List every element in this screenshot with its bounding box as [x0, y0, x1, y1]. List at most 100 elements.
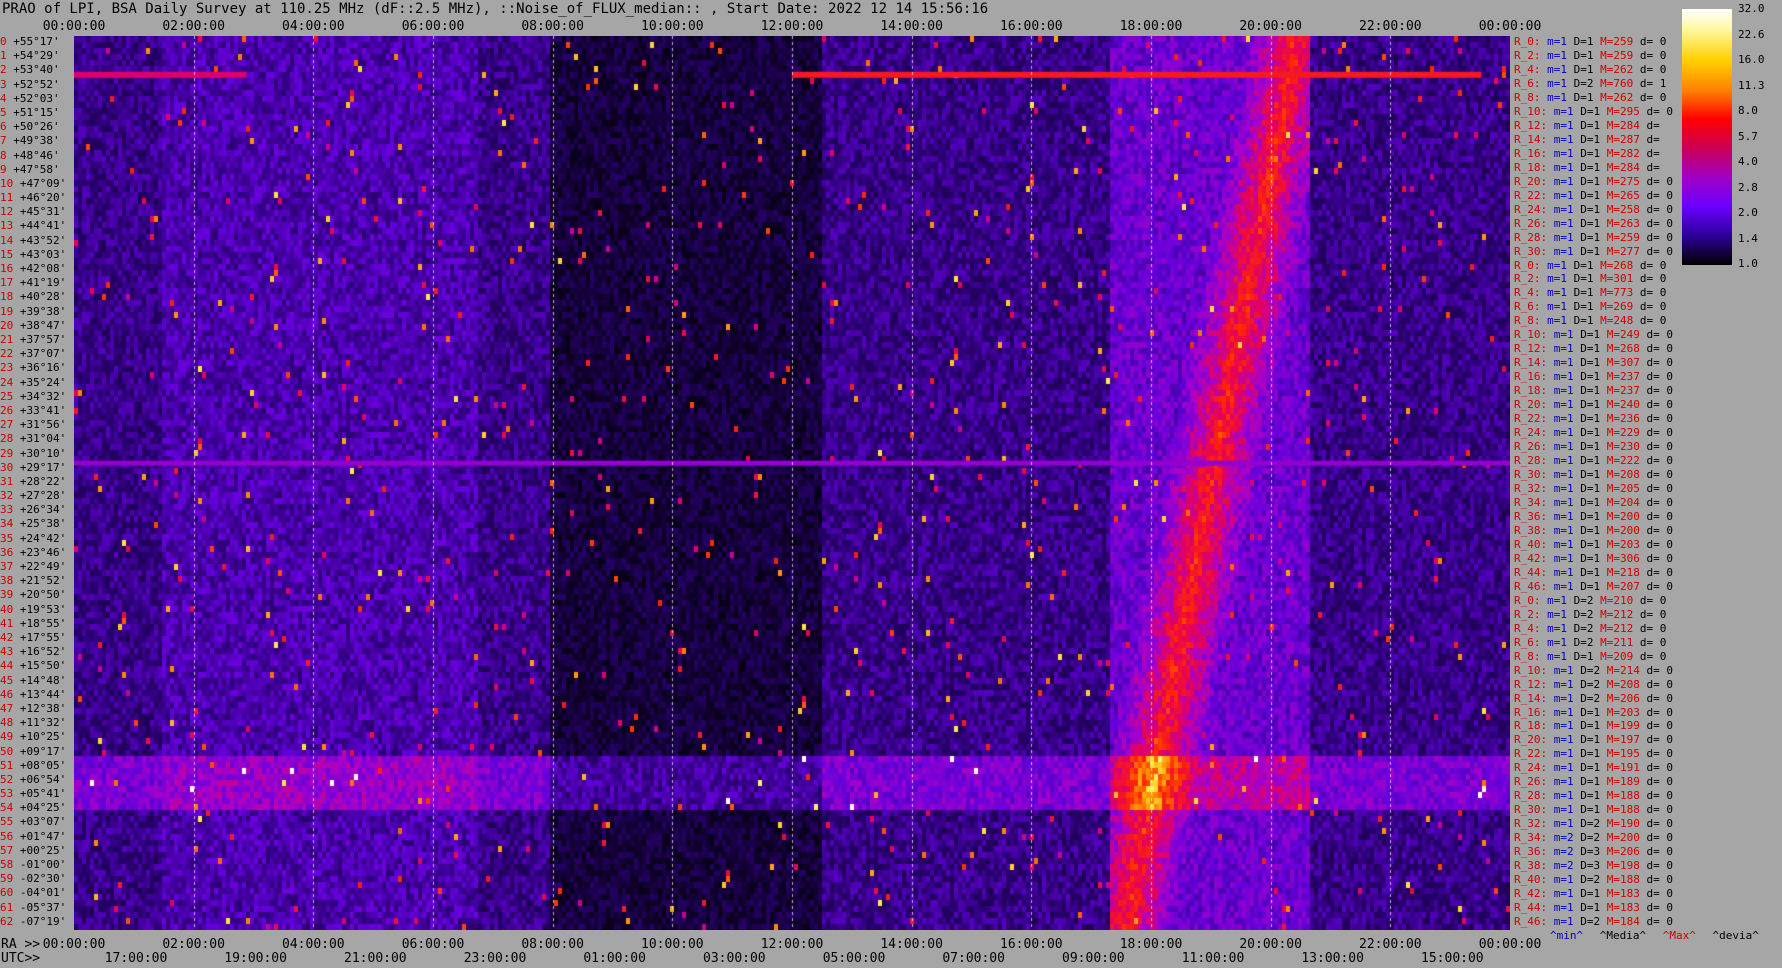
beam-name: R_6: [1514, 300, 1548, 314]
beam-m: m=1 [1553, 188, 1581, 202]
beam-name: R_32: [1514, 817, 1554, 831]
declination-row-label: 33 +26°34' [0, 504, 66, 515]
declination-row-label: 30 +29°17' [0, 462, 66, 473]
beam-M: M=277 [1606, 244, 1647, 258]
beam-m: m=1 [1553, 747, 1581, 761]
beam-M: M=230 [1606, 440, 1647, 454]
beam-row: R_26: m=1 D=1 M=230 d= 0 [1514, 441, 1673, 452]
beam-d: d= [1646, 160, 1660, 174]
beam-name: R_18: [1514, 160, 1554, 174]
beam-name: R_18: [1514, 719, 1554, 733]
declination-value: +48°46' [6, 148, 60, 162]
declination-index: 2 [0, 63, 7, 77]
beam-name: R_4: [1514, 621, 1548, 635]
declination-row-label: 19 +39°38' [0, 306, 66, 317]
beam-D: D=1 [1580, 356, 1607, 370]
beam-d: d= [1646, 146, 1660, 160]
beam-d: d= 0 [1646, 230, 1674, 244]
beam-d: d= 0 [1639, 607, 1667, 621]
beam-M: M=259 [1600, 48, 1640, 62]
beam-name: R_0: [1514, 35, 1548, 48]
declination-row-label: 3 +52°52' [0, 79, 60, 90]
beam-M: M=207 [1606, 579, 1647, 593]
declination-value: +30°10' [13, 446, 67, 460]
beam-D: D=1 [1580, 440, 1607, 454]
declination-row-label: 56 +01°47' [0, 831, 66, 842]
beam-D: D=1 [1580, 705, 1607, 719]
declination-row-label: 55 +03°07' [0, 816, 66, 827]
beam-M: M=218 [1606, 565, 1647, 579]
beam-name: R_34: [1514, 495, 1554, 509]
declination-value: +51°15' [6, 105, 60, 119]
beam-m: m=1 [1553, 230, 1581, 244]
declination-value: +31°04' [13, 432, 67, 446]
beam-row: R_24: m=1 D=1 M=191 d= 0 [1514, 762, 1673, 773]
declination-index: 54 [0, 801, 14, 815]
beam-name: R_28: [1514, 454, 1554, 468]
beam-row: R_18: m=1 D=1 M=199 d= 0 [1514, 720, 1673, 731]
beam-name: R_44: [1514, 565, 1554, 579]
beam-m: m=1 [1553, 915, 1581, 929]
beam-D: D=1 [1580, 230, 1607, 244]
declination-row-label: 41 +18°55' [0, 618, 66, 629]
beam-d: d= 0 [1646, 342, 1674, 356]
beam-D: D=1 [1580, 454, 1607, 468]
declination-index: 14 [0, 233, 14, 247]
beam-d: d= 0 [1639, 90, 1667, 104]
beam-d: d= 0 [1646, 495, 1674, 509]
declination-row-label: 36 +23°46' [0, 547, 66, 558]
beam-M: M=262 [1600, 62, 1640, 76]
beam-name: R_4: [1514, 62, 1548, 76]
top-axis-tick-label: 04:00:00 [282, 19, 345, 34]
colorbar-ticks: 32.0 22.6 16.0 11.3 8.0 5.7 4.0 2.8 2.0 1.4 1.0 [1734, 0, 1782, 280]
declination-value: +35°24' [13, 375, 67, 389]
beam-m: m=1 [1553, 412, 1581, 426]
declination-labels: 0 +55°17' 1 +54°29' 2 +53°40' 3 +52°52' 4 +5… [0, 36, 74, 930]
beam-d: d= 0 [1646, 775, 1674, 789]
beam-name: R_12: [1514, 342, 1554, 356]
declination-index: 32 [0, 489, 14, 503]
beam-d: d= 0 [1646, 579, 1674, 593]
beam-d: d= 0 [1646, 831, 1674, 845]
beam-M: M=237 [1606, 384, 1647, 398]
declination-index: 48 [0, 716, 14, 730]
declination-index: 46 [0, 687, 14, 701]
declination-row-label: 38 +21°52' [0, 575, 66, 586]
beam-d: d= 0 [1646, 412, 1674, 426]
beam-name: R_22: [1514, 188, 1554, 202]
beam-M: M=265 [1606, 188, 1647, 202]
beam-D: D=1 [1580, 412, 1607, 426]
beam-M: M=198 [1606, 859, 1647, 873]
declination-index: 38 [0, 574, 14, 588]
beam-d: d= 0 [1646, 859, 1674, 873]
ra-axis-tick-label: 02:00:00 [162, 937, 225, 952]
top-axis-tick-label: 10:00:00 [641, 19, 704, 34]
declination-index: 59 [0, 872, 14, 886]
colorbar-tick-label: 32.0 [1738, 2, 1765, 15]
beam-name: R_6: [1514, 635, 1548, 649]
beam-row: R_44: m=1 D=1 M=183 d= 0 [1514, 902, 1673, 913]
beam-m: m=1 [1553, 509, 1581, 523]
beam-D: D=1 [1580, 495, 1607, 509]
beam-M: M=307 [1606, 356, 1647, 370]
beam-D: D=1 [1580, 537, 1607, 551]
beam-name: R_20: [1514, 174, 1554, 188]
declination-index: 0 [0, 35, 7, 48]
beam-D: D=1 [1580, 174, 1607, 188]
beam-row: R_30: m=1 D=1 M=277 d= 0 [1514, 246, 1673, 257]
beam-M: M=268 [1606, 342, 1647, 356]
plot-title: PRAO of LPI, BSA Daily Survey at 110.25 … [2, 1, 989, 17]
declination-value: +40°28' [13, 290, 67, 304]
beam-D: D=1 [1580, 104, 1607, 118]
footer-devia: ^devia^ [1712, 929, 1759, 942]
declination-value: +03°07' [13, 815, 67, 829]
beam-m: m=1 [1553, 342, 1581, 356]
beam-D: D=2 [1580, 915, 1607, 929]
beam-d: d= 0 [1639, 48, 1667, 62]
declination-value: +09°17' [13, 744, 67, 758]
beam-m: m=1 [1553, 370, 1581, 384]
utc-axis-tick-label: 13:00:00 [1301, 951, 1364, 966]
beam-d: d= 0 [1646, 789, 1674, 803]
declination-index: 12 [0, 205, 14, 219]
beam-m: m=1 [1547, 635, 1574, 649]
